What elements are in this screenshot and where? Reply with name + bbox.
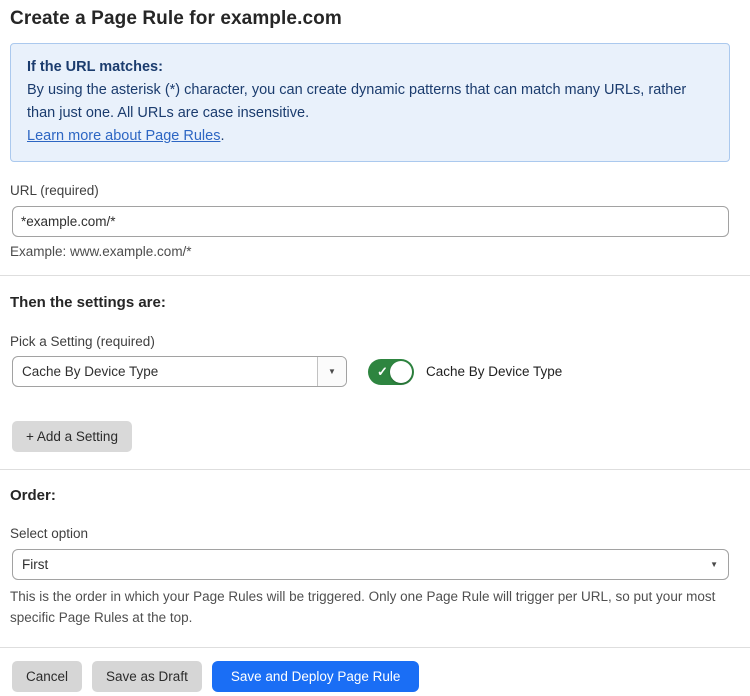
info-box-body: By using the asterisk (*) character, you… (27, 79, 713, 125)
footer-actions: Cancel Save as Draft Save and Deploy Pag… (12, 661, 750, 692)
order-select[interactable]: First ▼ (12, 549, 729, 580)
order-description: This is the order in which your Page Rul… (10, 586, 730, 628)
link-suffix: . (220, 128, 224, 144)
divider (0, 469, 750, 470)
chevron-down-icon: ▼ (710, 561, 718, 569)
settings-section-heading: Then the settings are: (10, 294, 750, 311)
toggle-knob (390, 361, 412, 383)
url-match-info-box: If the URL matches: By using the asteris… (10, 43, 730, 162)
order-select-label: Select option (10, 526, 750, 541)
order-select-value: First (13, 550, 710, 579)
setting-toggle[interactable]: ✓ (368, 359, 414, 385)
page-title: Create a Page Rule for example.com (10, 8, 750, 30)
divider (0, 647, 750, 648)
check-icon: ✓ (377, 365, 388, 378)
info-box-link-line: Learn more about Page Rules. (27, 125, 713, 148)
save-as-draft-button[interactable]: Save as Draft (92, 661, 202, 692)
learn-more-link[interactable]: Learn more about Page Rules (27, 128, 220, 144)
url-input[interactable] (12, 206, 729, 237)
setting-select-value: Cache By Device Type (13, 357, 317, 386)
info-box-heading: If the URL matches: (27, 56, 713, 79)
setting-select-arrow-button[interactable]: ▼ (317, 357, 346, 386)
pick-setting-label: Pick a Setting (required) (10, 334, 750, 349)
add-setting-button[interactable]: + Add a Setting (12, 421, 132, 452)
setting-row: Cache By Device Type ▼ ✓ Cache By Device… (12, 356, 750, 387)
save-and-deploy-button[interactable]: Save and Deploy Page Rule (212, 661, 420, 692)
chevron-down-icon: ▼ (328, 368, 336, 376)
divider (0, 275, 750, 276)
url-field-label: URL (required) (10, 183, 750, 198)
setting-toggle-label: Cache By Device Type (426, 364, 562, 379)
cancel-button[interactable]: Cancel (12, 661, 82, 692)
url-example-helper: Example: www.example.com/* (10, 244, 750, 259)
setting-select[interactable]: Cache By Device Type ▼ (12, 356, 347, 387)
order-section-heading: Order: (10, 487, 750, 504)
create-page-rule-panel: Create a Page Rule for example.com If th… (0, 8, 750, 696)
